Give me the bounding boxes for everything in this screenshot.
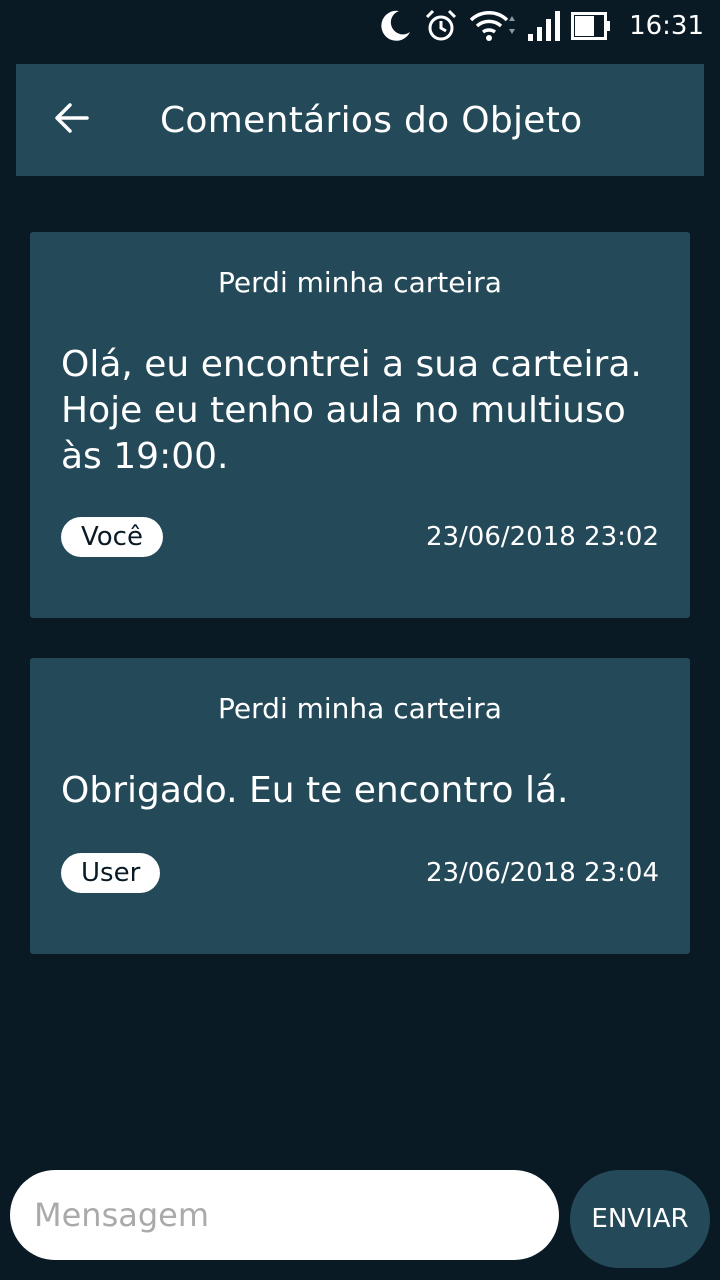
comment-date: 23/06/2018 23:02	[425, 522, 659, 552]
battery-icon	[571, 12, 611, 40]
status-bar: 16:31	[0, 0, 720, 52]
app-bar: Comentários do Objeto	[16, 64, 704, 176]
alarm-icon	[423, 8, 459, 44]
comment-card: Perdi minha carteira Obrigado. Eu te enc…	[30, 658, 690, 954]
arrow-left-icon	[54, 100, 90, 140]
author-badge: User	[61, 853, 161, 893]
page-title: Comentários do Objeto	[160, 99, 583, 141]
comment-date: 23/06/2018 23:04	[425, 858, 659, 888]
status-icons: 16:31	[377, 8, 704, 44]
comment-subject: Perdi minha carteira	[218, 692, 502, 725]
moon-icon	[377, 8, 413, 44]
comment-card: Perdi minha carteira Olá, eu encontrei a…	[30, 232, 690, 618]
wifi-icon	[469, 8, 517, 44]
comment-message: Obrigado. Eu te encontro lá.	[61, 770, 569, 811]
comment-message: Olá, eu encontrei a sua carteira. Hoje e…	[61, 344, 642, 477]
send-button[interactable]: ENVIAR	[570, 1170, 710, 1268]
status-time: 16:31	[629, 11, 704, 41]
back-button[interactable]	[16, 64, 128, 176]
message-input[interactable]	[10, 1170, 559, 1260]
signal-icon	[527, 10, 561, 42]
author-badge: Você	[61, 517, 163, 557]
comment-subject: Perdi minha carteira	[218, 266, 502, 299]
